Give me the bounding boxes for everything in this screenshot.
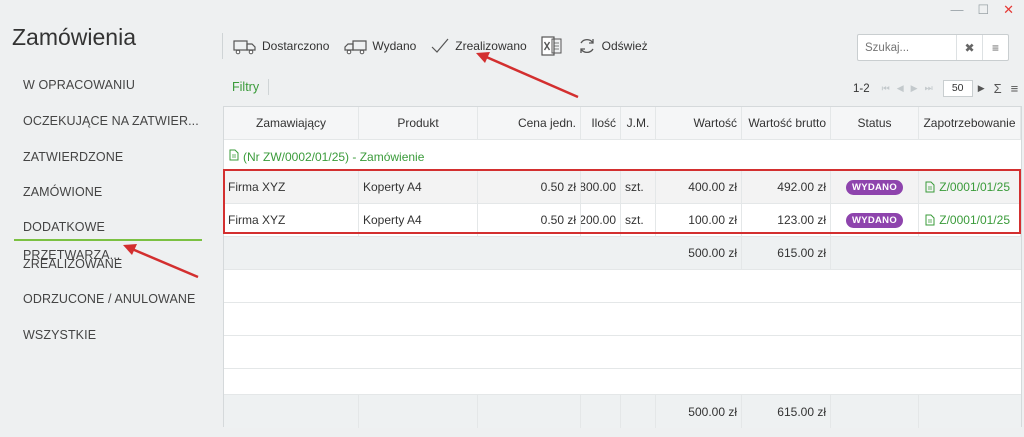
sidebar-item-wszystkie[interactable]: WSZYSTKIE bbox=[14, 321, 202, 349]
clear-search-icon[interactable]: ✖ bbox=[956, 35, 982, 60]
sidebar-item-zrealizowane[interactable]: ZREALIZOWANE bbox=[14, 250, 202, 278]
close-icon[interactable]: ✕ bbox=[1003, 2, 1014, 18]
group-title: (Nr ZW/0002/01/25) - Zamówienie bbox=[243, 149, 425, 164]
orders-grid: Zamawiający Produkt Cena jedn. Ilość J.M… bbox=[223, 106, 1022, 428]
page-size-dropdown-icon[interactable]: ▶ bbox=[978, 83, 985, 94]
sidebar-item-odrzucone[interactable]: ODRZUCONE / ANULOWANE bbox=[14, 285, 202, 313]
empty-row bbox=[224, 270, 1021, 303]
document-icon bbox=[229, 149, 239, 164]
first-page-icon[interactable]: ⏮ bbox=[882, 83, 890, 94]
page-size-select[interactable]: 50 bbox=[942, 80, 973, 97]
highlight-box bbox=[223, 169, 1021, 234]
window-controls: — ☐ ✕ bbox=[950, 2, 1014, 18]
column-header-requisition[interactable]: Zapotrzebowanie bbox=[919, 107, 1021, 139]
page-title: Zamówienia bbox=[12, 24, 136, 50]
checkmark-icon bbox=[430, 37, 450, 55]
completed-button[interactable]: Zrealizowano bbox=[430, 37, 527, 55]
column-header-customer[interactable]: Zamawiający bbox=[224, 107, 359, 139]
minimize-icon[interactable]: — bbox=[950, 2, 963, 18]
column-header-qty[interactable]: Ilość bbox=[581, 107, 621, 139]
toolbar-divider bbox=[222, 33, 223, 59]
last-page-icon[interactable]: ⏭ bbox=[925, 83, 933, 94]
columns-menu-icon[interactable]: ≡ bbox=[1011, 81, 1019, 96]
group-row[interactable]: (Nr ZW/0002/01/25) - Zamówienie bbox=[224, 140, 1021, 171]
column-header-status[interactable]: Status bbox=[831, 107, 919, 139]
pager: 1-2 ⏮ ◀ ▶ ⏭ 50 ▶ Σ ≡ bbox=[853, 80, 1018, 97]
column-header-unit-price[interactable]: Cena jedn. bbox=[478, 107, 581, 139]
next-page-icon[interactable]: ▶ bbox=[911, 83, 918, 94]
column-header-unit[interactable]: J.M. bbox=[621, 107, 656, 139]
completed-label: Zrealizowano bbox=[455, 39, 527, 53]
empty-row bbox=[224, 369, 1021, 395]
toolbar: Dostarczono Wydano Zrealizowano Odśwież bbox=[222, 26, 662, 66]
menu-icon[interactable]: ≡ bbox=[982, 35, 1008, 60]
total-value: 500.00 zł bbox=[656, 395, 742, 428]
empty-row bbox=[224, 336, 1021, 369]
prev-page-icon[interactable]: ◀ bbox=[897, 83, 904, 94]
empty-row bbox=[224, 303, 1021, 336]
refresh-label: Odśwież bbox=[601, 39, 648, 53]
total-gross: 615.00 zł bbox=[742, 395, 831, 428]
pager-range: 1-2 bbox=[853, 82, 870, 95]
sidebar-item-zatwierdzone[interactable]: ZATWIERDZONE bbox=[14, 143, 202, 171]
column-header-value[interactable]: Wartość bbox=[656, 107, 742, 139]
refresh-icon bbox=[577, 36, 597, 56]
issued-label: Wydano bbox=[372, 39, 417, 53]
sum-gross: 615.00 zł bbox=[742, 237, 831, 269]
sidebar-item-oczekujace[interactable]: OCZEKUJĄCE NA ZATWIER... bbox=[14, 107, 202, 135]
column-header-product[interactable]: Produkt bbox=[359, 107, 478, 139]
delivered-button[interactable]: Dostarczono bbox=[233, 37, 329, 55]
filters-divider bbox=[268, 79, 269, 95]
refresh-button[interactable]: Odśwież bbox=[577, 36, 648, 56]
grid-header: Zamawiający Produkt Cena jedn. Ilość J.M… bbox=[224, 107, 1021, 140]
export-excel-button[interactable] bbox=[541, 36, 563, 56]
sidebar-item-dodatkowe-przetwarzanie[interactable]: DODATKOWE PRZETWARZA... bbox=[14, 213, 202, 262]
sidebar-item-w-opracowaniu[interactable]: W OPRACOWANIU bbox=[14, 71, 202, 99]
grid-footer: 500.00 zł 615.00 zł bbox=[224, 395, 1021, 428]
group-summary-row: 500.00 zł 615.00 zł bbox=[224, 237, 1021, 270]
sidebar-item-zamowione[interactable]: ZAMÓWIONE bbox=[14, 178, 202, 206]
issued-button[interactable]: Wydano bbox=[343, 37, 416, 55]
sum-icon[interactable]: Σ bbox=[994, 81, 1002, 96]
search-box: ✖ ≡ bbox=[857, 34, 1009, 61]
delivered-label: Dostarczono bbox=[262, 39, 330, 53]
column-header-gross[interactable]: Wartość brutto bbox=[742, 107, 831, 139]
truck-icon bbox=[233, 37, 257, 55]
truck-icon bbox=[343, 37, 367, 55]
sidebar: Zamówienia W OPRACOWANIU OCZEKUJĄCE NA Z… bbox=[0, 0, 215, 437]
search-input[interactable] bbox=[858, 35, 956, 60]
sum-value: 500.00 zł bbox=[656, 237, 742, 269]
excel-icon bbox=[541, 36, 563, 56]
maximize-icon[interactable]: ☐ bbox=[977, 2, 989, 18]
filters-link[interactable]: Filtry bbox=[232, 80, 259, 94]
